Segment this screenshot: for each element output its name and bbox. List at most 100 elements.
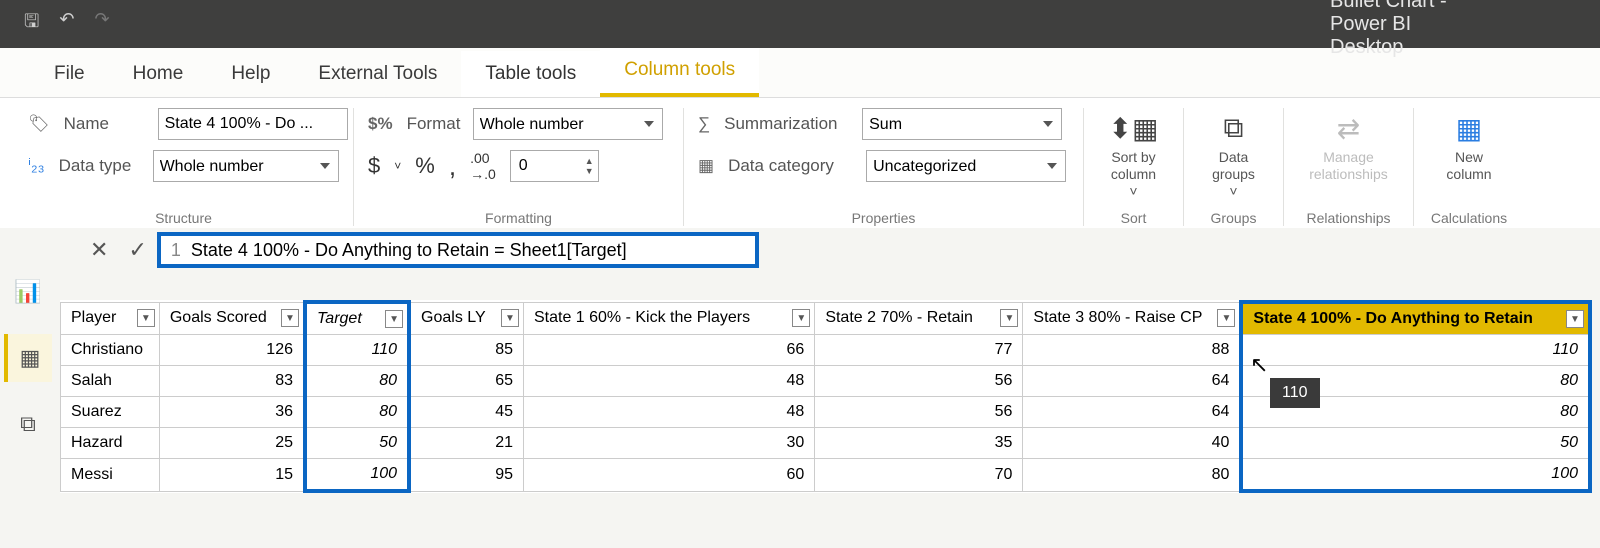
formula-commit-button[interactable]: ✓ (118, 233, 156, 267)
cell-tooltip: 110 (1270, 378, 1320, 408)
model-view-button[interactable]: ⧉ (4, 400, 52, 448)
col-state2[interactable]: State 2 70% - Retain▼ (815, 302, 1023, 335)
menu-help[interactable]: Help (207, 51, 294, 97)
cell-ly[interactable]: 95 (409, 459, 523, 492)
table-row[interactable]: Salah83806548566480 (61, 366, 1591, 397)
cell-target[interactable]: 50 (305, 428, 409, 459)
undo-icon[interactable]: ↶ (59, 9, 74, 39)
cell-target[interactable]: 100 (305, 459, 409, 492)
cell-goals[interactable]: 83 (159, 366, 305, 397)
cell-s1[interactable]: 60 (523, 459, 814, 492)
cell-s3[interactable]: 88 (1023, 335, 1242, 366)
table-row[interactable]: Hazard25502130354050 (61, 428, 1591, 459)
cell-target[interactable]: 80 (305, 366, 409, 397)
filter-dropdown-icon[interactable]: ▼ (137, 309, 155, 327)
cell-s3[interactable]: 64 (1023, 397, 1242, 428)
cell-s1[interactable]: 48 (523, 397, 814, 428)
filter-dropdown-icon[interactable]: ▼ (385, 310, 403, 328)
col-state1[interactable]: State 1 60% - Kick the Players▼ (523, 302, 814, 335)
cell-s1[interactable]: 30 (523, 428, 814, 459)
currency-button[interactable]: $ (368, 153, 380, 179)
cell-player[interactable]: Messi (61, 459, 160, 492)
table-row[interactable]: Messi1510095607080100 (61, 459, 1591, 492)
cell-ly[interactable]: 85 (409, 335, 523, 366)
group-structure: 🏷 Name ⁱ₂₃ Data type Whole number Struct… (14, 108, 354, 226)
report-view-button[interactable]: 📊 (4, 268, 52, 316)
cell-s3[interactable]: 40 (1023, 428, 1242, 459)
cell-s2[interactable]: 70 (815, 459, 1023, 492)
stepper-arrows-icon[interactable]: ▲▼ (581, 156, 598, 176)
datacategory-select[interactable]: Uncategorized (866, 150, 1066, 182)
cell-s2[interactable]: 35 (815, 428, 1023, 459)
cell-s1[interactable]: 48 (523, 366, 814, 397)
col-target[interactable]: Target▼ (305, 302, 409, 335)
cell-s4[interactable]: 50 (1241, 428, 1590, 459)
cell-s2[interactable]: 56 (815, 397, 1023, 428)
group-formatting: $% Format Whole number $ ˅ % , .00→.0 ▲▼… (354, 108, 684, 226)
cell-s3[interactable]: 64 (1023, 366, 1242, 397)
group-groups: ⧉ Datagroups ˅ Groups (1184, 108, 1284, 226)
cell-goals[interactable]: 126 (159, 335, 305, 366)
datatype-select[interactable]: Whole number (153, 150, 339, 182)
format-select[interactable]: Whole number (473, 108, 663, 140)
cell-ly[interactable]: 21 (409, 428, 523, 459)
redo-icon[interactable]: ↷ (94, 9, 109, 39)
cell-player[interactable]: Christiano (61, 335, 160, 366)
data-groups-button[interactable]: ⧉ Datagroups ˅ (1198, 108, 1269, 203)
decimals-input[interactable] (511, 151, 581, 181)
col-goals-scored[interactable]: Goals Scored▼ (159, 302, 305, 335)
cell-s2[interactable]: 56 (815, 366, 1023, 397)
currency-dropdown-icon[interactable]: ˅ (394, 159, 401, 173)
cell-player[interactable]: Suarez (61, 397, 160, 428)
new-column-button[interactable]: ▦ Newcolumn (1428, 108, 1510, 187)
group-calculations: ▦ Newcolumn Calculations (1414, 108, 1524, 226)
cell-goals[interactable]: 15 (159, 459, 305, 492)
col-state4[interactable]: State 4 100% - Do Anything to Retain▼ (1241, 302, 1590, 335)
group-relationships-caption: Relationships (1298, 204, 1399, 226)
table-row[interactable]: Suarez36804548566480 (61, 397, 1591, 428)
decimals-stepper[interactable]: ▲▼ (510, 150, 599, 182)
filter-dropdown-icon[interactable]: ▼ (501, 309, 519, 327)
cell-s1[interactable]: 66 (523, 335, 814, 366)
filter-dropdown-icon[interactable]: ▼ (1566, 310, 1584, 328)
percent-button[interactable]: % (415, 153, 435, 179)
sort-by-column-button[interactable]: ⬍▦ Sort bycolumn ˅ (1098, 108, 1169, 203)
menu-home[interactable]: Home (109, 51, 208, 97)
formula-bar-area: ✕ ✓ 1 State 4 100% - Do Anything to Reta… (0, 228, 1600, 272)
menu-column-tools[interactable]: Column tools (600, 47, 759, 97)
formula-bar[interactable]: 1 State 4 100% - Do Anything to Retain =… (157, 232, 759, 268)
filter-dropdown-icon[interactable]: ▼ (1217, 309, 1235, 327)
col-goals-ly[interactable]: Goals LY▼ (409, 302, 523, 335)
cell-target[interactable]: 80 (305, 397, 409, 428)
name-input[interactable] (158, 108, 348, 140)
col-state3[interactable]: State 3 80% - Raise CP▼ (1023, 302, 1242, 335)
group-calculations-caption: Calculations (1428, 204, 1510, 226)
menu-external-tools[interactable]: External Tools (294, 51, 461, 97)
menu-file[interactable]: File (30, 51, 109, 97)
data-view-button[interactable]: ▦ (4, 334, 52, 382)
formula-cancel-button[interactable]: ✕ (80, 233, 118, 267)
cell-ly[interactable]: 45 (409, 397, 523, 428)
cell-player[interactable]: Salah (61, 366, 160, 397)
menu-table-tools[interactable]: Table tools (461, 51, 600, 97)
cell-s4[interactable]: 100 (1241, 459, 1590, 492)
cell-ly[interactable]: 65 (409, 366, 523, 397)
filter-dropdown-icon[interactable]: ▼ (281, 309, 299, 327)
filter-dropdown-icon[interactable]: ▼ (792, 309, 810, 327)
cell-target[interactable]: 110 (305, 335, 409, 366)
cell-player[interactable]: Hazard (61, 428, 160, 459)
filter-dropdown-icon[interactable]: ▼ (1000, 309, 1018, 327)
manage-relationships-button: ⇄ Managerelationships (1298, 108, 1399, 187)
cell-s2[interactable]: 77 (815, 335, 1023, 366)
decimals-icon[interactable]: .00→.0 (470, 150, 496, 182)
tag-icon: 🏷 (28, 114, 50, 134)
cell-goals[interactable]: 25 (159, 428, 305, 459)
summarization-select[interactable]: Sum (862, 108, 1062, 140)
thousand-sep-button[interactable]: , (449, 151, 456, 182)
cell-s4[interactable]: 110 (1241, 335, 1590, 366)
table-row[interactable]: Christiano12611085667788110 (61, 335, 1591, 366)
cell-s3[interactable]: 80 (1023, 459, 1242, 492)
cell-goals[interactable]: 36 (159, 397, 305, 428)
col-player[interactable]: Player▼ (61, 302, 160, 335)
save-icon[interactable]: 🖫 (24, 9, 39, 39)
